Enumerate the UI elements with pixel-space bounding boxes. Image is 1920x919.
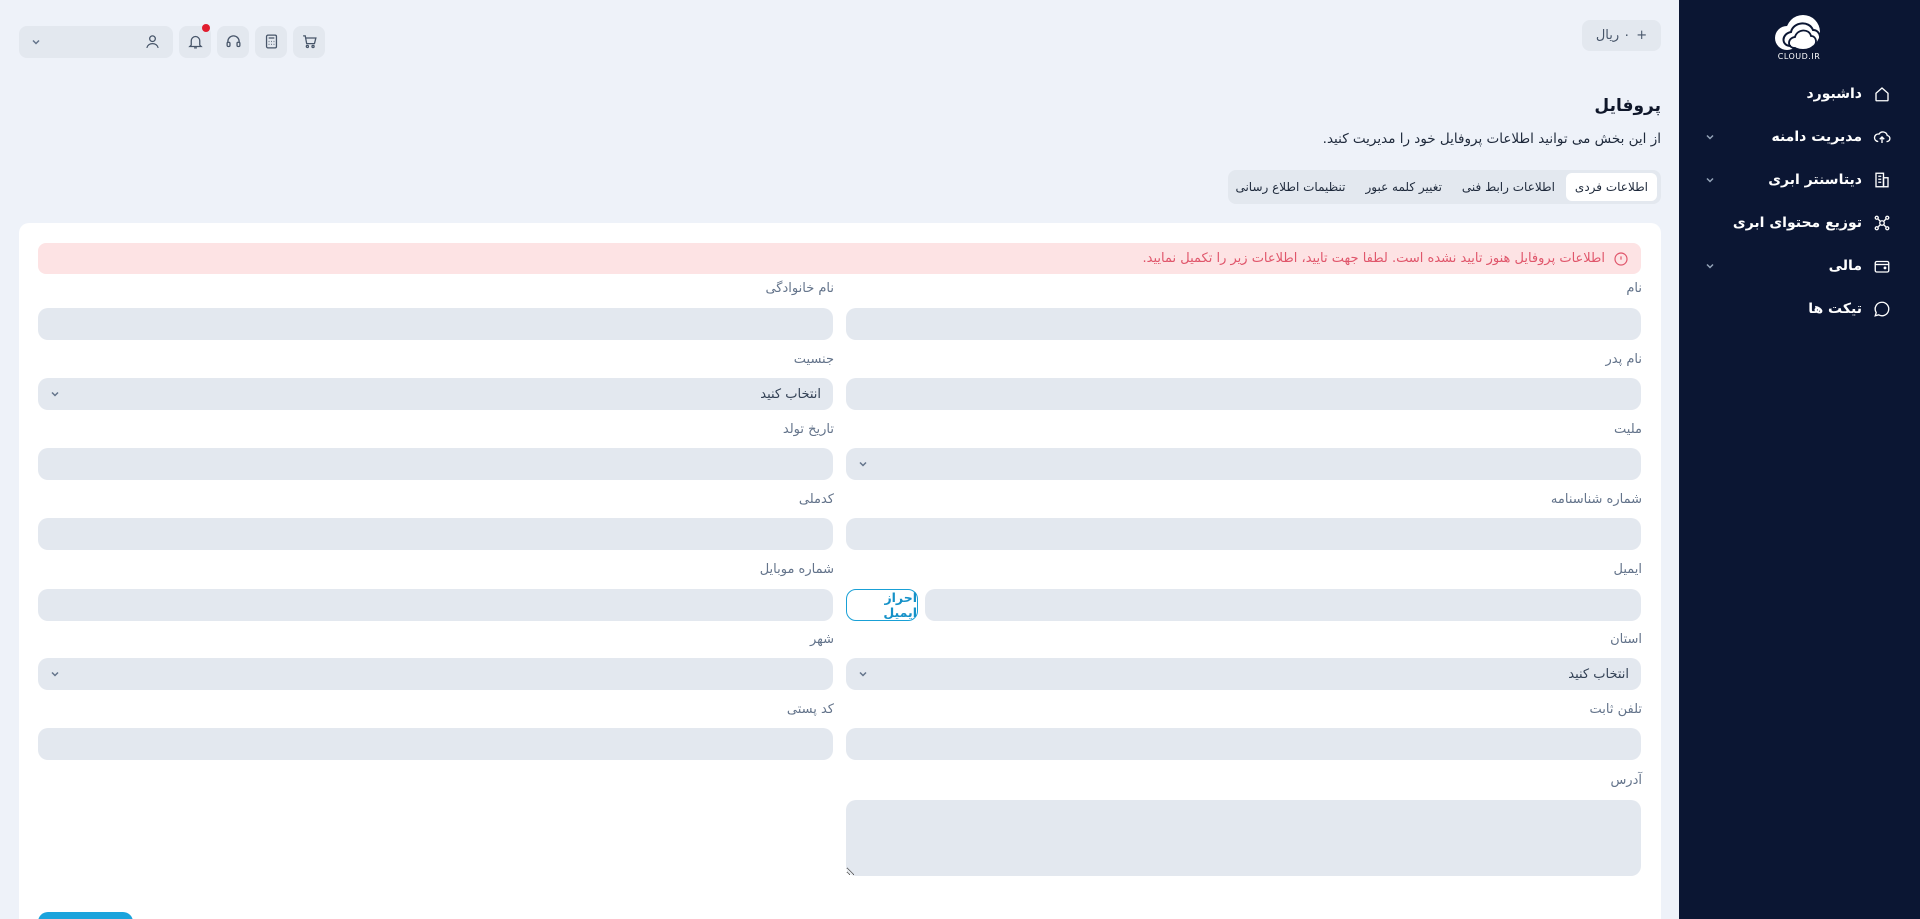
chevron-down-icon [32, 39, 40, 45]
tab-change-password[interactable]: تغییر کلمه عبور [1356, 173, 1450, 201]
father-name-input[interactable] [846, 378, 1641, 410]
postal-code-input[interactable] [38, 728, 833, 760]
topbar-actions [19, 23, 325, 58]
birth-date-input[interactable] [38, 448, 833, 480]
user-menu-dropdown[interactable] [19, 25, 173, 58]
profile-tabs: اطلاعات فردی اطلاعات رابط فنی تغییر کلمه… [1228, 170, 1661, 204]
first-name-input[interactable] [846, 308, 1641, 340]
sidebar-item-label: توزیع محتوای ابری [1732, 214, 1862, 231]
nationality-select[interactable] [846, 448, 1641, 480]
national-code-input[interactable] [38, 518, 833, 550]
national-code-label: کدملی [798, 492, 834, 507]
support-button[interactable] [217, 25, 249, 58]
sidebar-item-label: مالی [1828, 257, 1862, 274]
bell-icon [187, 35, 203, 49]
notification-dot [202, 23, 210, 32]
sidebar-item-tickets[interactable]: تیکت ها [1679, 287, 1920, 330]
headset-icon [225, 35, 241, 48]
chevron-down-icon [859, 461, 867, 467]
chat-icon [1872, 299, 1891, 318]
credit-balance: ۰ ریال [1595, 28, 1631, 43]
email-label: ایمیل [1613, 562, 1642, 577]
chevron-down-icon [51, 391, 59, 397]
last-name-label: نام خانوادگی [765, 281, 834, 296]
calculator-icon [265, 34, 277, 49]
verify-email-button[interactable]: احراز ایمیل [846, 589, 918, 621]
unverified-alert: اطلاعات پروفایل هنوز تایید نشده است. لطف… [38, 243, 1641, 274]
tab-technical-contact[interactable]: اطلاعات رابط فنی [1453, 173, 1564, 201]
nationality-label: ملیت [1614, 422, 1642, 437]
landline-label: تلفن ثابت [1589, 702, 1643, 717]
city-label: شهر [809, 632, 834, 647]
plus-icon: + [1636, 28, 1648, 43]
gender-selected-value: انتخاب کنید [760, 386, 821, 402]
save-button[interactable] [38, 912, 133, 919]
info-circle-icon [1614, 251, 1628, 266]
sidebar-nav: داشبورد مدیریت دامنه دیتاسنتر ابری توزیع… [1679, 72, 1920, 330]
birth-date-label: تاریخ تولد [782, 422, 834, 437]
cloud-logo-icon [1775, 15, 1821, 50]
add-credit-button[interactable]: + ۰ ریال [1582, 20, 1661, 51]
sidebar-item-cdn[interactable]: توزیع محتوای ابری [1679, 201, 1920, 244]
cart-icon [302, 35, 317, 49]
landline-input[interactable] [846, 728, 1641, 760]
province-select[interactable]: انتخاب کنید [846, 658, 1641, 690]
province-label: استان [1610, 632, 1642, 647]
notifications-button[interactable] [179, 23, 211, 58]
sidebar-item-finance[interactable]: مالی [1679, 244, 1920, 287]
chevron-down-icon [859, 671, 867, 677]
postal-code-label: کد پستی [786, 702, 834, 717]
building-icon [1872, 170, 1891, 189]
mobile-label: شماره موبایل [759, 562, 834, 577]
chevron-down-icon [51, 671, 59, 677]
page-subtitle: از این بخش می توانید اطلاعات پروفایل خود… [1322, 131, 1661, 147]
brand-logo[interactable]: CLOUD.IR [1767, 12, 1831, 66]
home-icon [1872, 84, 1891, 103]
chevron-down-icon [1706, 134, 1714, 140]
calculator-button[interactable] [255, 25, 287, 58]
wallet-icon [1872, 256, 1891, 275]
brand-logo-text: CLOUD.IR [1777, 52, 1821, 61]
alert-text: اطلاعات پروفایل هنوز تایید نشده است. لطف… [1142, 251, 1605, 266]
father-name-label: نام پدر [1605, 352, 1642, 367]
sidebar-item-label: تیکت ها [1808, 300, 1862, 317]
tab-notification-settings[interactable]: تنظیمات اطلاع رسانی [1226, 173, 1354, 201]
city-select[interactable] [38, 658, 833, 690]
gender-label: جنسیت [793, 352, 834, 367]
sidebar-item-label: مدیریت دامنه [1771, 128, 1862, 145]
page-title: پروفایل [1594, 96, 1661, 116]
id-number-label: شماره شناسنامه [1550, 492, 1642, 507]
sidebar-item-domain-management[interactable]: مدیریت دامنه [1679, 115, 1920, 158]
gender-select[interactable]: انتخاب کنید [38, 378, 833, 410]
sidebar-item-label: دیتاسنتر ابری [1768, 171, 1862, 188]
sidebar-item-dashboard[interactable]: داشبورد [1679, 72, 1920, 115]
address-textarea[interactable] [846, 800, 1641, 876]
profile-card: اطلاعات پروفایل هنوز تایید نشده است. لطف… [19, 223, 1661, 919]
cart-button[interactable] [293, 25, 325, 58]
address-label: آدرس [1610, 773, 1642, 788]
network-icon [1872, 213, 1891, 232]
sidebar-item-label: داشبورد [1806, 85, 1863, 102]
chevron-down-icon [1706, 263, 1714, 269]
id-number-input[interactable] [846, 518, 1641, 550]
sidebar-item-cloud-datacenter[interactable]: دیتاسنتر ابری [1679, 158, 1920, 201]
mobile-input[interactable] [38, 589, 833, 621]
tab-personal-info[interactable]: اطلاعات فردی [1565, 173, 1657, 201]
user-icon [146, 35, 159, 49]
email-input[interactable] [925, 589, 1641, 621]
first-name-label: نام [1626, 281, 1642, 296]
cloud-upload-icon [1872, 127, 1891, 146]
sidebar: CLOUD.IR داشبورد مدیریت دامنه دیتاسنتر ا… [1679, 0, 1920, 919]
last-name-input[interactable] [38, 308, 833, 340]
chevron-down-icon [1706, 177, 1714, 183]
province-selected-value: انتخاب کنید [1568, 666, 1629, 682]
